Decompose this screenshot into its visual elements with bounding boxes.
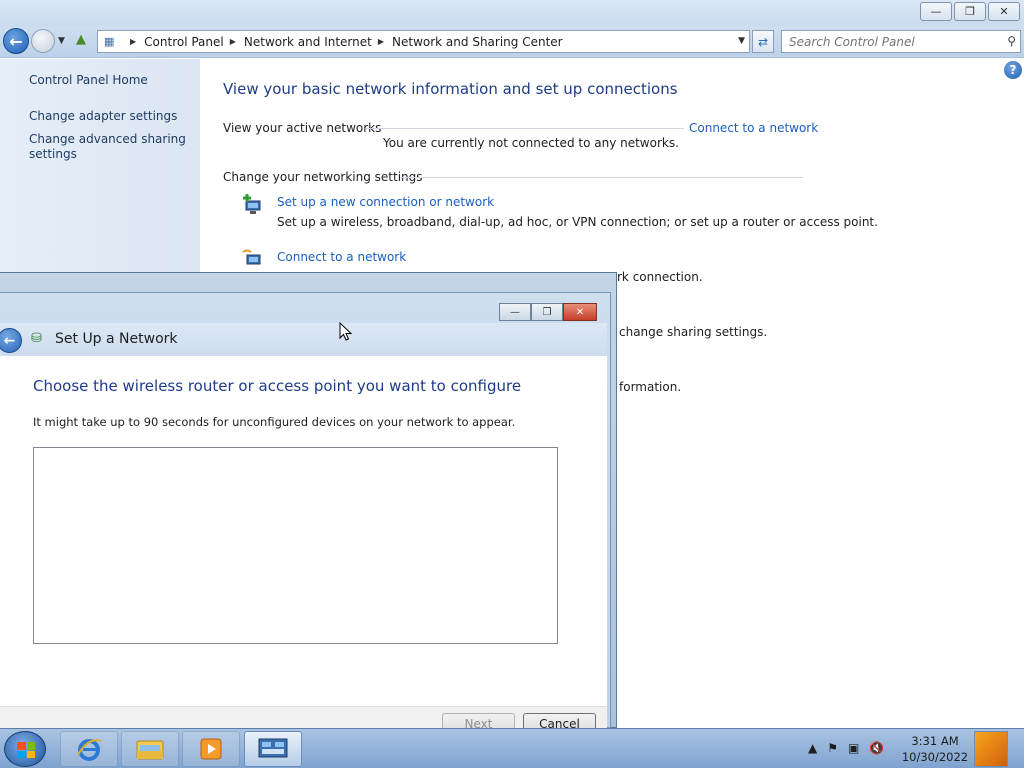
show-hidden-icons-icon[interactable]: ▲ — [808, 741, 817, 755]
dialog-minimize-button[interactable]: — — [499, 303, 531, 321]
page-title: View your basic network information and … — [223, 80, 678, 98]
breadcrumb-network-and-internet[interactable]: Network and Internet — [244, 35, 372, 49]
partial-text: rk connection. — [617, 270, 703, 284]
back-arrow-icon: ← — [3, 332, 16, 349]
back-arrow-icon: ← — [9, 31, 23, 51]
breadcrumb-network-sharing-center[interactable]: Network and Sharing Center — [392, 35, 563, 49]
connect-to-network-link[interactable]: Connect to a network — [689, 121, 818, 135]
taskbar-control-panel[interactable] — [244, 731, 302, 767]
folder-icon — [136, 740, 164, 760]
sidebar-control-panel-home[interactable]: Control Panel Home — [29, 73, 148, 87]
minimize-button[interactable]: — — [920, 2, 952, 21]
volume-muted-icon[interactable]: 🔇 — [869, 741, 884, 755]
section-divider — [366, 128, 684, 129]
show-desktop-button[interactable] — [974, 731, 1008, 767]
close-icon: ✕ — [999, 5, 1009, 18]
dialog-note: It might take up to 90 seconds for uncon… — [33, 415, 516, 429]
taskbar: ▲ ⚑ ▣ 🔇 3:31 AM 10/30/2022 — [0, 728, 1024, 768]
search-icon[interactable]: ⚲ — [1007, 34, 1016, 48]
new-connection-icon — [243, 194, 261, 214]
control-panel-icon: ▦ — [104, 34, 115, 48]
refresh-icon: ⇄ — [757, 34, 769, 49]
dialog-title: Set Up a Network — [55, 331, 178, 347]
section-divider — [400, 177, 803, 178]
dialog-window-controls: — ❐ ✕ — [499, 303, 597, 321]
dialog-maximize-button[interactable]: ❐ — [531, 303, 563, 321]
clock-time: 3:31 AM — [911, 734, 959, 748]
partial-text: formation. — [619, 380, 682, 394]
refresh-button[interactable]: ⇄ — [752, 30, 774, 53]
maximize-icon: ❐ — [542, 306, 552, 318]
clock-date: 10/30/2022 — [901, 750, 969, 764]
network-status-icon[interactable]: ▣ — [848, 741, 859, 755]
device-list[interactable] — [33, 447, 558, 644]
navigation-bar: ← ▼ ▲ ▦ ▶ Control Panel ▶ Network and In… — [0, 26, 1024, 58]
dialog-close-button[interactable]: ✕ — [563, 303, 597, 321]
internet-explorer-icon — [77, 739, 102, 761]
taskbar-media-player[interactable] — [182, 731, 240, 767]
mouse-cursor-icon — [339, 322, 353, 341]
dialog-heading: Choose the wireless router or access poi… — [33, 377, 522, 395]
sidebar-change-adapter-settings[interactable]: Change adapter settings — [29, 109, 189, 124]
connection-status-text: You are currently not connected to any n… — [383, 136, 679, 150]
close-icon: ✕ — [575, 306, 585, 318]
minimize-icon: — — [510, 306, 520, 318]
search-input[interactable] — [789, 34, 989, 49]
sidebar-change-advanced-sharing[interactable]: Change advanced sharing settings — [29, 132, 189, 162]
setup-new-connection-link[interactable]: Set up a new connection or network — [277, 195, 494, 209]
breadcrumb-control-panel[interactable]: Control Panel — [144, 35, 224, 49]
up-folder-icon[interactable]: ▲ — [76, 32, 92, 48]
dialog-footer: Next Cancel — [0, 706, 607, 735]
window-controls: — ❐ ✕ — [920, 2, 1020, 21]
network-center-icon — [258, 738, 288, 758]
action-center-flag-icon[interactable]: ⚑ — [827, 741, 838, 755]
clock[interactable]: 3:31 AM 10/30/2022 — [900, 733, 970, 765]
recent-pages-dropdown[interactable]: ▼ — [58, 36, 65, 46]
setup-new-connection-desc: Set up a wireless, broadband, dial-up, a… — [277, 215, 878, 229]
restore-button[interactable]: ❐ — [954, 2, 986, 21]
active-networks-label: View your active networks — [223, 121, 382, 135]
windows-logo-icon — [17, 742, 35, 758]
taskbar-windows-explorer[interactable] — [121, 731, 179, 767]
breadcrumb-separator[interactable]: ▶ — [230, 37, 236, 46]
change-settings-label: Change your networking settings — [223, 170, 423, 184]
breadcrumb-separator[interactable]: ▶ — [130, 37, 136, 46]
forward-button[interactable] — [31, 29, 55, 53]
dialog-body: Choose the wireless router or access poi… — [0, 356, 607, 706]
address-dropdown-icon[interactable]: ▼ — [738, 36, 745, 46]
minimize-icon: — — [930, 5, 942, 18]
start-button[interactable] — [4, 731, 46, 767]
close-button[interactable]: ✕ — [988, 2, 1020, 21]
network-setup-icon: ⛁ — [31, 331, 42, 346]
address-bar[interactable]: ▦ ▶ Control Panel ▶ Network and Internet… — [97, 30, 750, 53]
connect-network-icon — [242, 249, 261, 265]
connect-to-network-task-link[interactable]: Connect to a network — [277, 250, 406, 264]
media-player-icon — [200, 738, 222, 760]
title-bar[interactable]: — ❐ ✕ — [0, 0, 1024, 26]
search-box[interactable]: ⚲ — [781, 30, 1021, 53]
partial-text: change sharing settings. — [619, 325, 768, 339]
breadcrumb-separator[interactable]: ▶ — [378, 37, 384, 46]
taskbar-internet-explorer[interactable] — [60, 731, 118, 767]
restore-icon: ❐ — [965, 5, 975, 18]
system-tray: ▲ ⚑ ▣ 🔇 — [808, 741, 884, 755]
back-button[interactable]: ← — [3, 28, 29, 54]
